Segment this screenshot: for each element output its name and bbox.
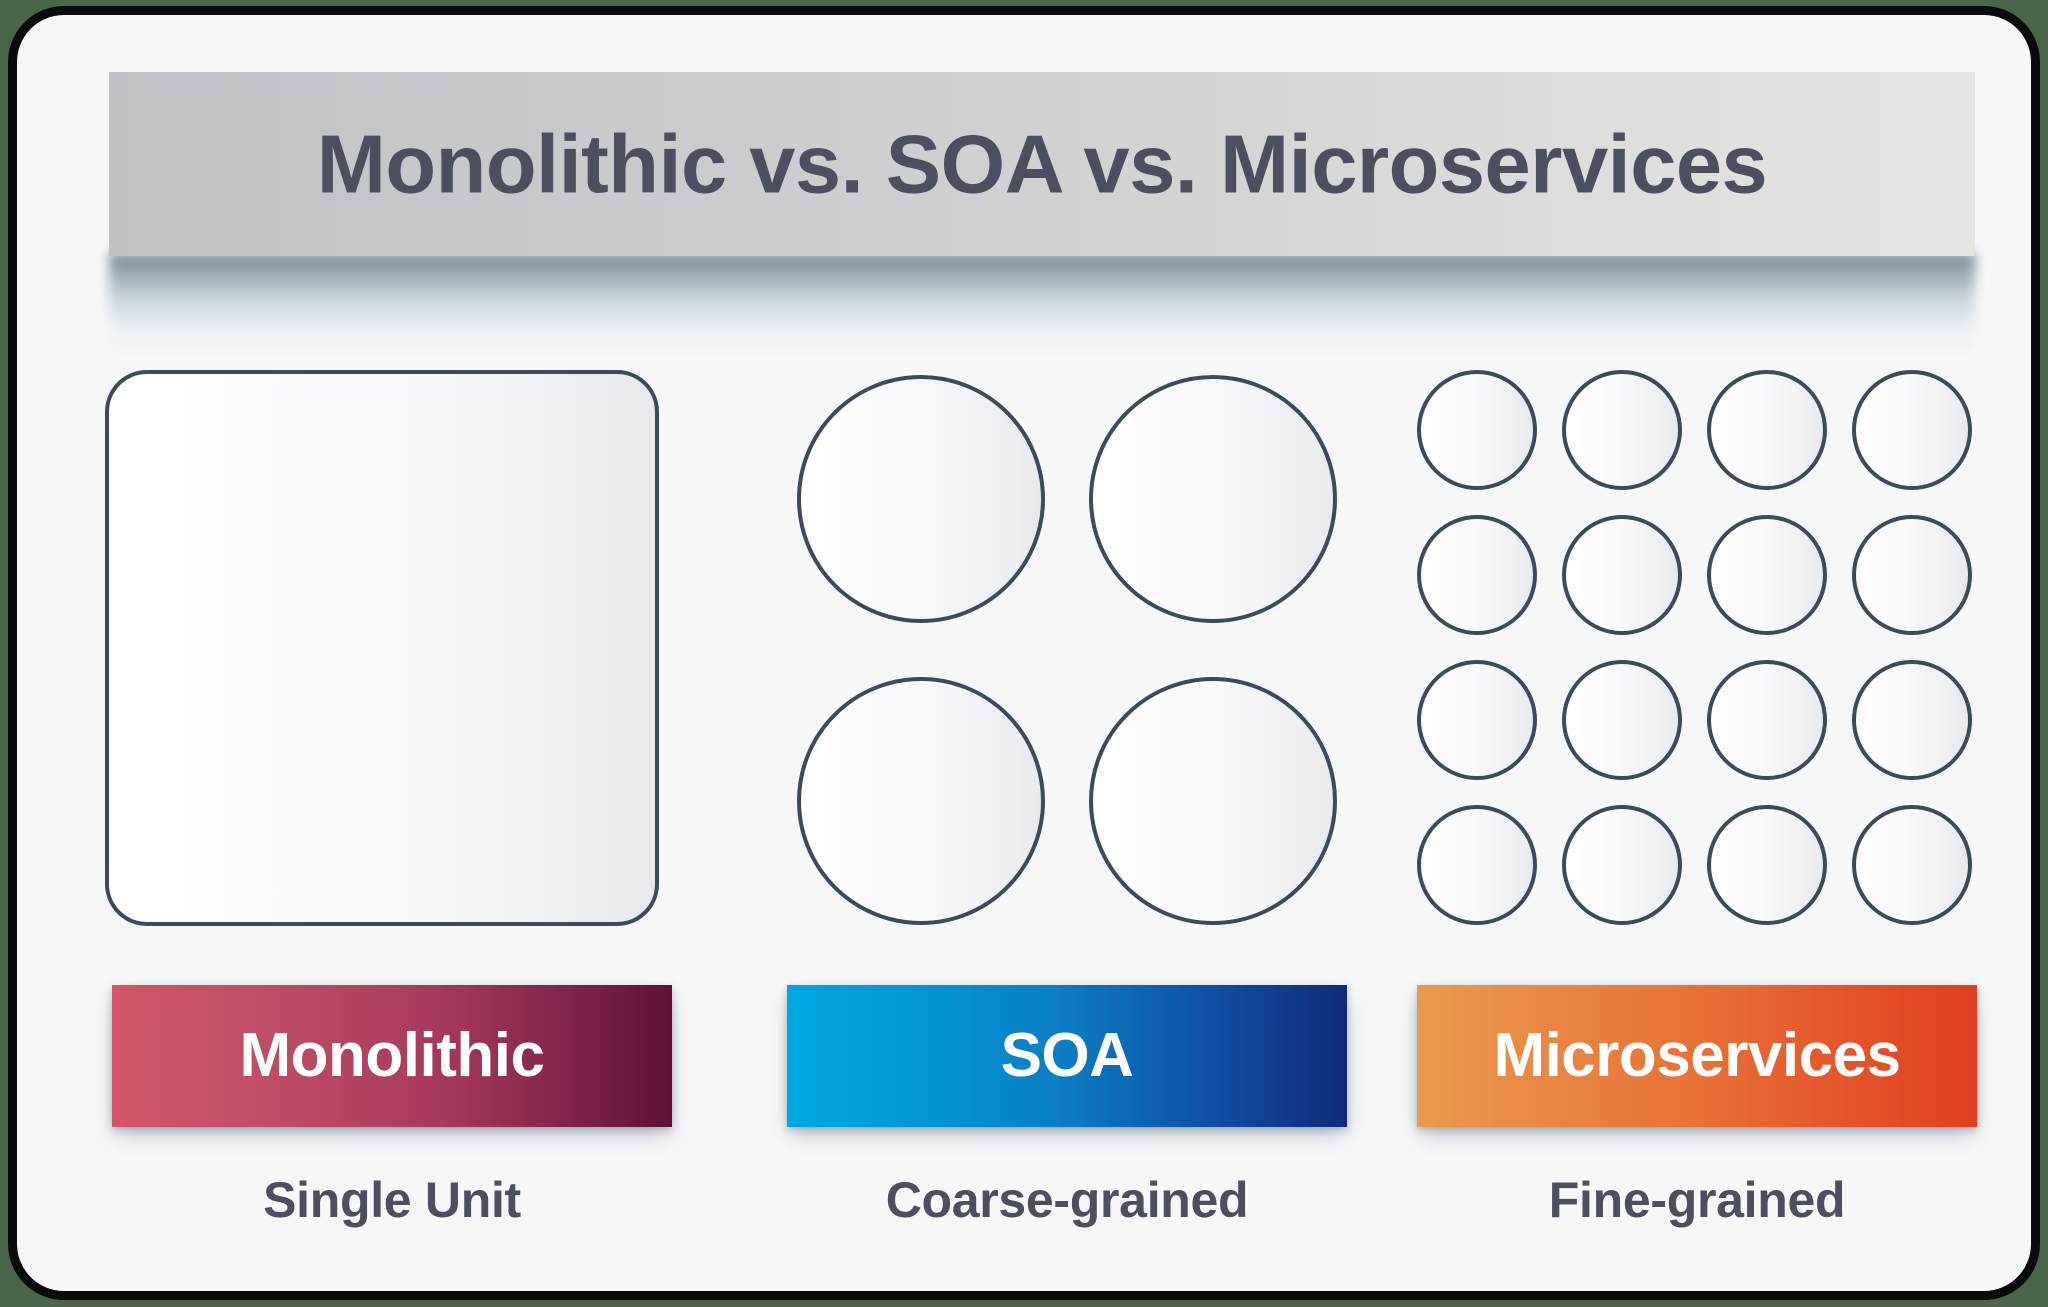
label-microservices: Microservices: [1493, 1021, 1901, 1090]
label-bar-monolithic: Monolithic: [112, 985, 672, 1127]
caption-soa: Coarse-grained: [885, 1172, 1249, 1228]
microservices-circle-grid: [1417, 355, 1977, 945]
soa-node: [797, 375, 1045, 623]
caption-monolithic: Single Unit: [263, 1172, 521, 1228]
microservice-node: [1852, 805, 1972, 925]
microservice-node: [1417, 370, 1537, 490]
soa-shape-area: [787, 355, 1347, 945]
microservice-node: [1562, 805, 1682, 925]
microservice-node: [1562, 660, 1682, 780]
microservice-node: [1417, 660, 1537, 780]
soa-node: [1089, 677, 1337, 925]
microservice-node: [1562, 370, 1682, 490]
soa-circle-grid: [787, 355, 1347, 945]
label-monolithic: Monolithic: [239, 1021, 545, 1090]
column-soa: [787, 355, 1347, 945]
monolithic-unit-square: [105, 370, 659, 926]
label-bar-microservices: Microservices: [1417, 985, 1977, 1127]
title-banner: Monolithic vs. SOA vs. Microservices: [109, 72, 1975, 256]
caption-microservices: Fine-grained: [1548, 1172, 1846, 1228]
microservice-node: [1707, 515, 1827, 635]
microservice-node: [1707, 660, 1827, 780]
title-banner-shadow: [109, 253, 1975, 357]
monolithic-shape-area: [105, 355, 665, 945]
page-title: Monolithic vs. SOA vs. Microservices: [316, 117, 1768, 211]
diagram-card: Monolithic vs. SOA vs. Microservices Mon…: [8, 6, 2040, 1300]
microservice-node: [1707, 805, 1827, 925]
column-microservices: [1417, 355, 1977, 945]
soa-node: [797, 677, 1045, 925]
microservice-node: [1707, 370, 1827, 490]
label-soa: SOA: [1000, 1021, 1134, 1090]
microservice-node: [1852, 660, 1972, 780]
microservice-node: [1852, 370, 1972, 490]
label-bar-soa: SOA: [787, 985, 1347, 1127]
column-monolithic: [105, 355, 665, 945]
soa-node: [1089, 375, 1337, 623]
microservice-node: [1852, 515, 1972, 635]
microservice-node: [1417, 515, 1537, 635]
microservice-node: [1417, 805, 1537, 925]
microservice-node: [1562, 515, 1682, 635]
microservices-shape-area: [1417, 355, 1977, 945]
